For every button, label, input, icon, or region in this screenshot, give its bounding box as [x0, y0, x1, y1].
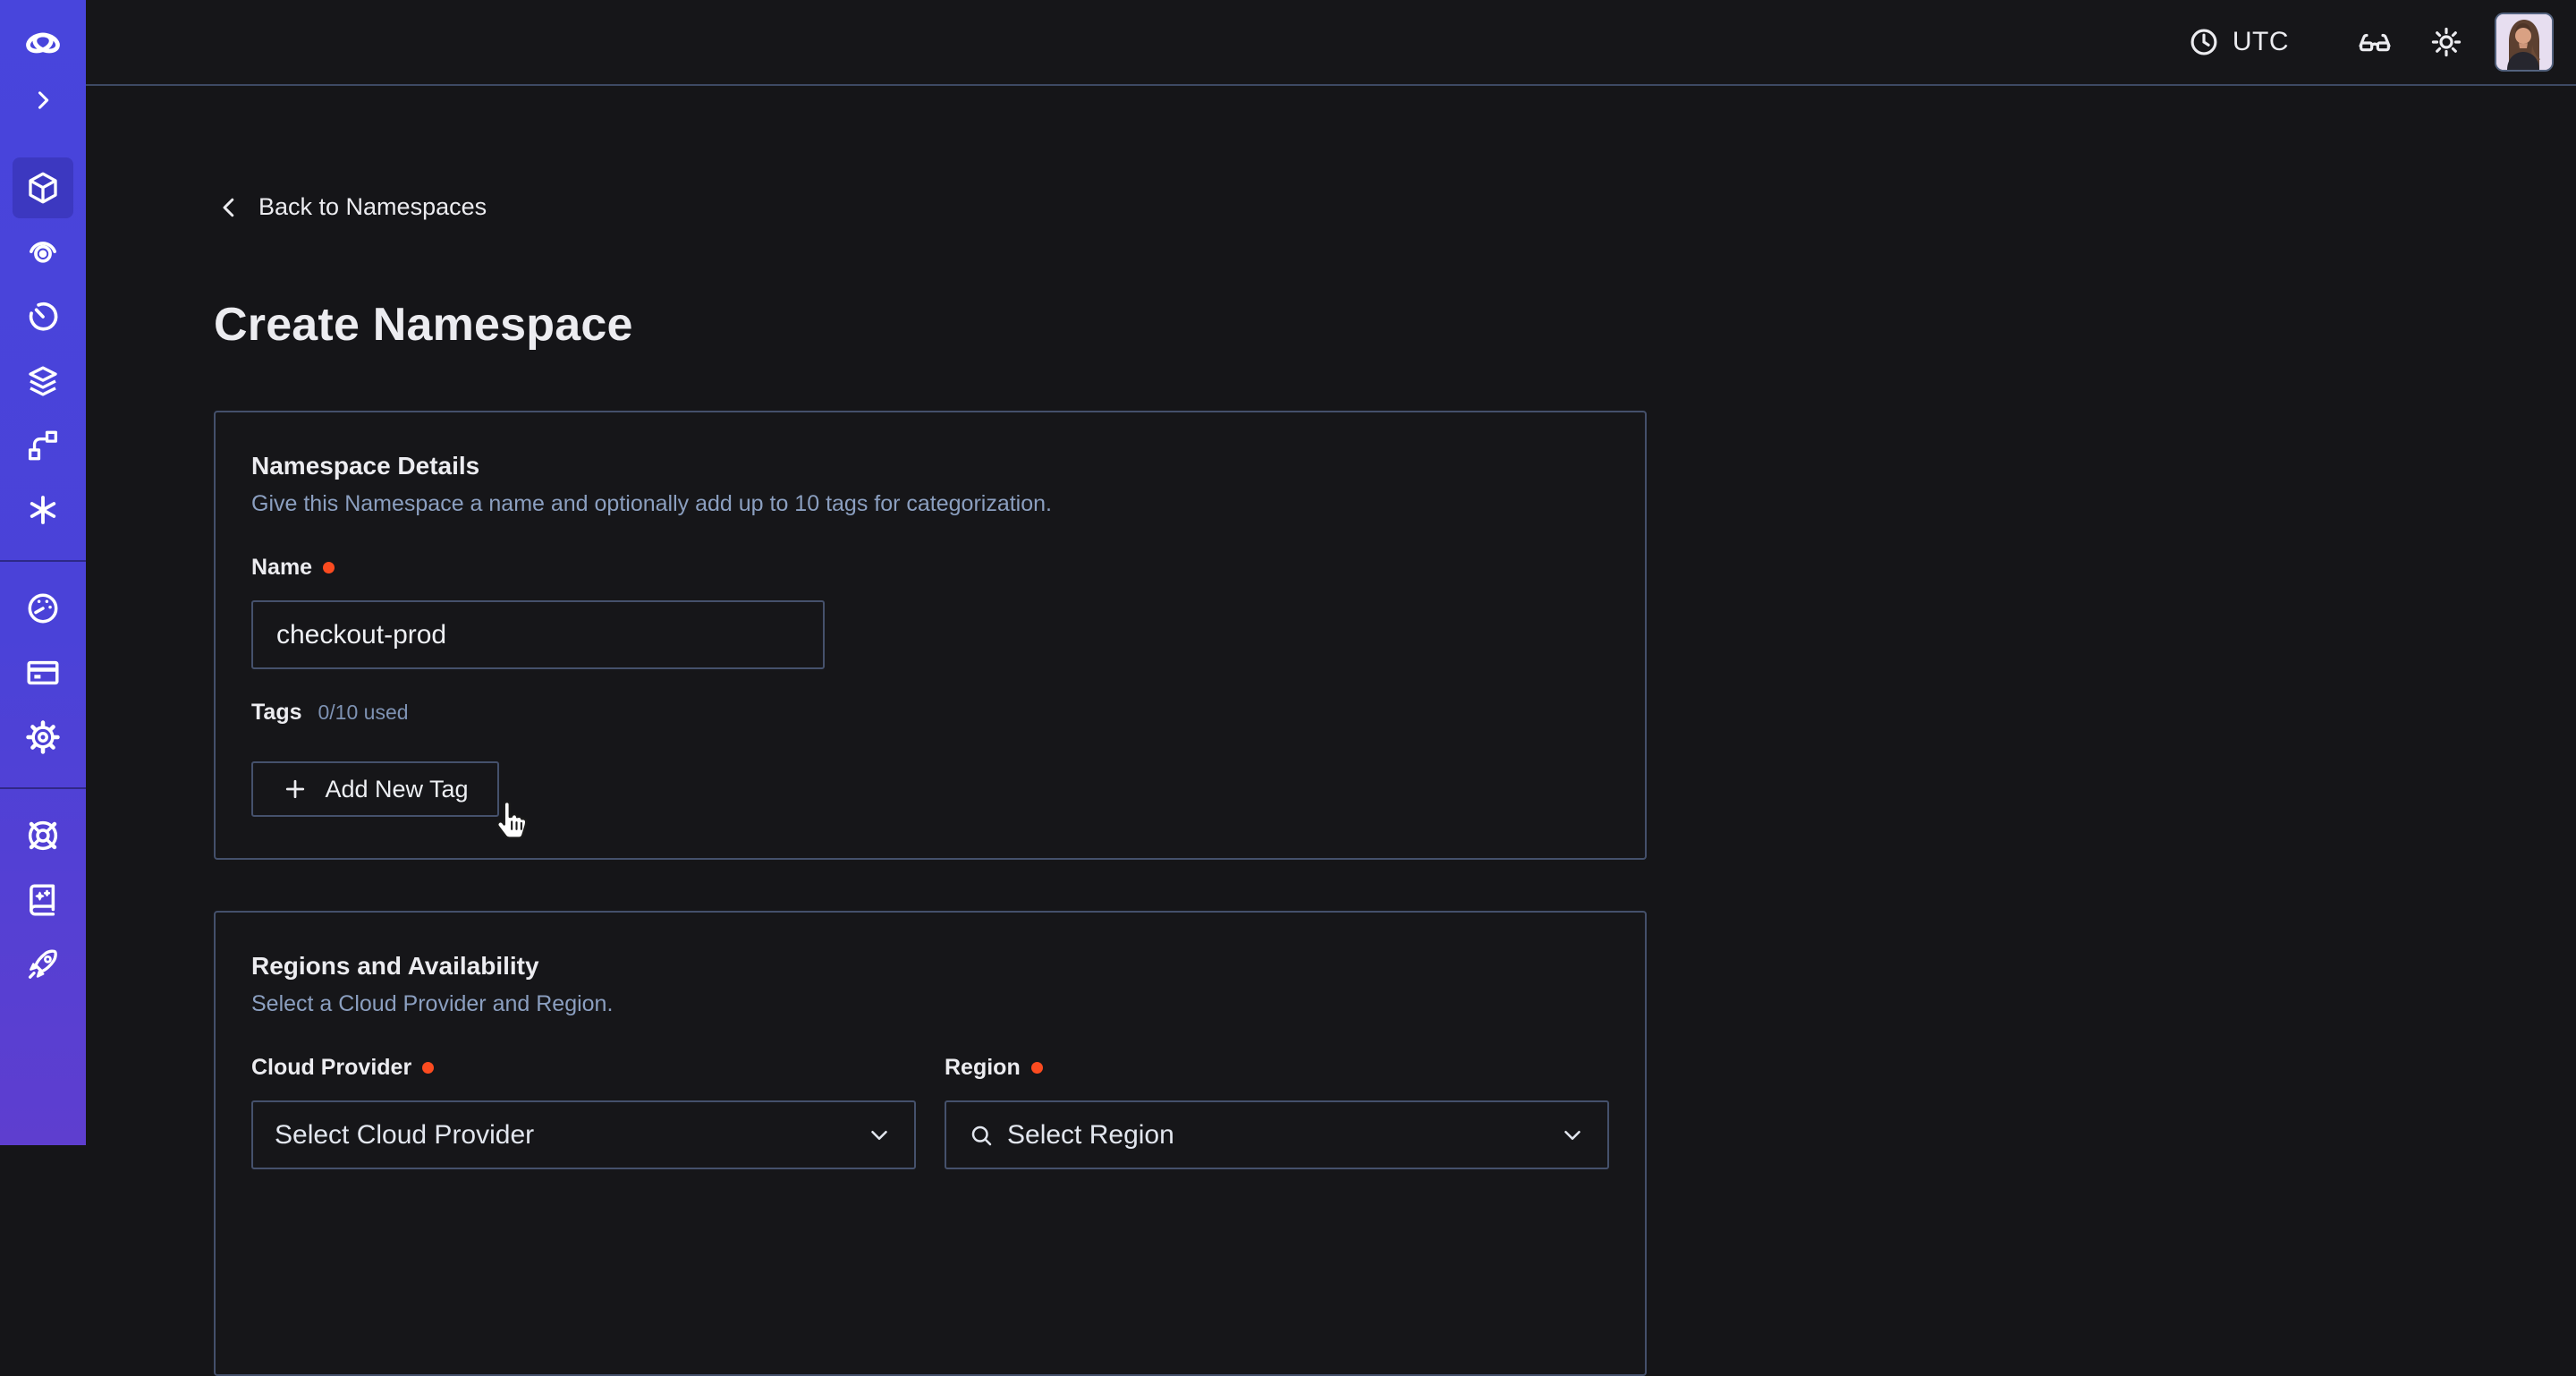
user-avatar[interactable] — [2495, 13, 2554, 72]
region-label: Region — [945, 1055, 1021, 1081]
timezone-label: UTC — [2233, 27, 2289, 57]
sidebar-divider — [0, 560, 86, 562]
card-title: Namespace Details — [251, 452, 1609, 480]
sidebar-item-task-queues[interactable] — [13, 351, 73, 412]
page-title: Create Namespace — [214, 298, 633, 352]
main-content: Back to Namespaces Create Namespace Name… — [86, 88, 2576, 1145]
glasses-icon — [2357, 24, 2393, 60]
required-dot — [422, 1062, 434, 1074]
required-dot — [1031, 1062, 1043, 1074]
sidebar-item-support[interactable] — [13, 805, 73, 866]
chevron-down-icon — [1559, 1122, 1586, 1149]
sidebar — [0, 0, 86, 1145]
sidebar-item-usage[interactable] — [13, 578, 73, 639]
spiral-icon — [24, 234, 62, 271]
namespace-name-input[interactable] — [251, 600, 825, 669]
add-new-tag-label: Add New Tag — [325, 776, 468, 803]
add-new-tag-button[interactable]: Add New Tag — [251, 761, 499, 817]
sidebar-item-getting-started[interactable] — [13, 934, 73, 995]
sidebar-item-billing[interactable] — [13, 642, 73, 703]
layers-icon — [24, 362, 62, 400]
chevron-left-icon — [216, 194, 242, 221]
timer-icon — [24, 298, 62, 336]
sidebar-item-settings[interactable] — [13, 707, 73, 768]
gear-icon — [24, 718, 62, 756]
lifebuoy-icon — [24, 817, 62, 854]
required-dot — [323, 562, 335, 573]
chevron-down-icon — [866, 1122, 893, 1149]
card-subtitle: Select a Cloud Provider and Region. — [251, 991, 1609, 1017]
asterisk-icon — [24, 491, 62, 529]
plus-icon — [282, 776, 309, 803]
rocket-icon — [24, 946, 62, 983]
name-label: Name — [251, 555, 312, 581]
regions-availability-card: Regions and Availability Select a Cloud … — [214, 911, 1647, 1376]
sidebar-item-schedules[interactable] — [13, 286, 73, 347]
search-icon — [968, 1122, 995, 1149]
tags-count: 0/10 used — [318, 701, 409, 725]
sidebar-item-deployments[interactable] — [13, 415, 73, 476]
region-select[interactable]: Select Region — [945, 1100, 1609, 1169]
cloud-provider-select[interactable]: Select Cloud Provider — [251, 1100, 916, 1169]
clock-icon — [2188, 26, 2220, 58]
sidebar-item-nexus[interactable] — [13, 480, 73, 540]
namespace-details-card: Namespace Details Give this Namespace a … — [214, 411, 1647, 860]
gauge-icon — [24, 590, 62, 627]
accessibility-button[interactable] — [2350, 17, 2400, 67]
sidebar-item-namespaces[interactable] — [13, 157, 73, 218]
temporal-logo-icon[interactable] — [13, 13, 73, 73]
card-subtitle: Give this Namespace a name and optionall… — [251, 491, 1609, 517]
credit-card-icon — [24, 654, 62, 692]
cloud-provider-label: Cloud Provider — [251, 1055, 411, 1081]
back-label: Back to Namespaces — [258, 193, 487, 221]
book-sparkles-icon — [24, 881, 62, 919]
back-to-namespaces-link[interactable]: Back to Namespaces — [216, 193, 487, 221]
cube-icon — [24, 169, 62, 207]
timezone-selector[interactable]: UTC — [2188, 26, 2289, 58]
tags-label: Tags — [251, 700, 302, 726]
sun-icon — [2429, 25, 2463, 59]
branch-icon — [24, 427, 62, 464]
topbar: UTC — [86, 0, 2576, 86]
card-title: Regions and Availability — [251, 952, 1609, 981]
sidebar-item-workflows[interactable] — [13, 222, 73, 283]
theme-toggle-button[interactable] — [2421, 17, 2471, 67]
cloud-provider-select-value: Select Cloud Provider — [275, 1120, 853, 1151]
region-select-value: Select Region — [1007, 1120, 1546, 1151]
sidebar-expand-chevron[interactable] — [13, 75, 73, 125]
sidebar-item-docs[interactable] — [13, 870, 73, 930]
sidebar-divider — [0, 787, 86, 789]
